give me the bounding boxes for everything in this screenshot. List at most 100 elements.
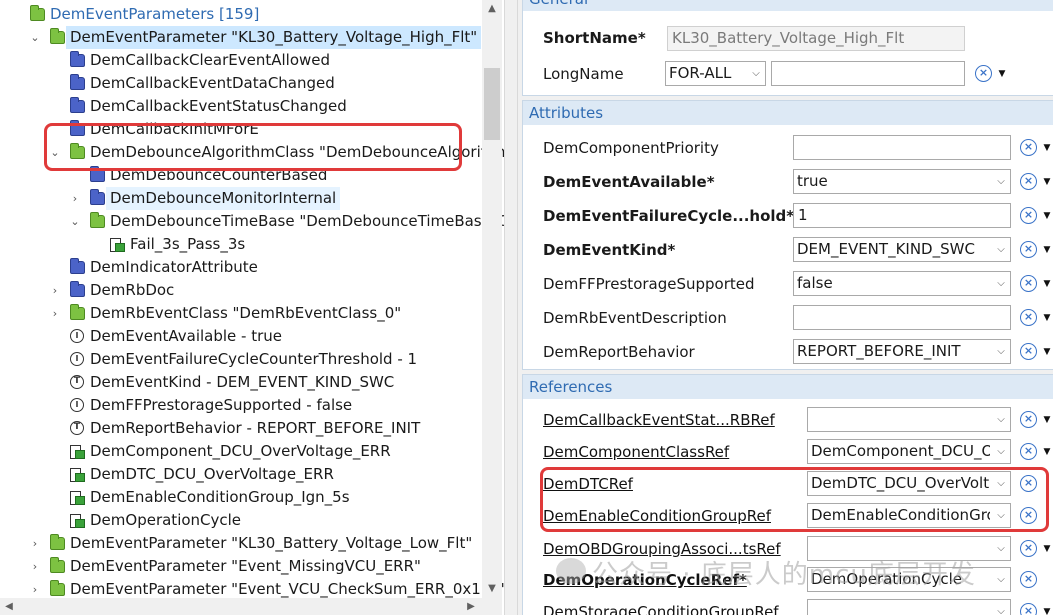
tree-item-label: DemEventFailureCycleCounterThreshold - 1 xyxy=(90,350,418,368)
value-menu-caret-icon[interactable]: ▼ xyxy=(1041,177,1053,187)
collapsed-chevron-icon[interactable]: › xyxy=(68,187,82,210)
reference-icon xyxy=(70,468,85,482)
integer-parameter-icon: I xyxy=(70,398,84,412)
attribute-select[interactable]: DEM_EVENT_KIND_SWC ⌵ xyxy=(793,237,1011,262)
clear-reference-icon[interactable]: × xyxy=(1020,540,1037,557)
clear-value-icon[interactable]: × xyxy=(1020,139,1037,156)
attribute-select[interactable]: REPORT_BEFORE_INIT ⌵ xyxy=(793,339,1011,364)
chevron-down-icon[interactable]: ⌵ xyxy=(992,170,1010,193)
value-menu-caret-icon[interactable]: ▼ xyxy=(1041,279,1053,289)
section-general: General ShortName* KL30_Battery_Voltage_… xyxy=(522,0,1053,96)
chevron-down-icon[interactable]: ⌵ xyxy=(992,340,1010,363)
clear-value-icon[interactable]: × xyxy=(1020,173,1037,190)
value-menu-caret-icon[interactable]: ▼ xyxy=(1041,347,1053,357)
container-folder-icon xyxy=(50,580,65,596)
tree-item-label: DemCallbackClearEventAllowed xyxy=(90,51,331,69)
attribute-row: DemEventKind* DEM_EVENT_KIND_SWC ⌵ × ▼ xyxy=(523,233,1053,267)
chevron-down-icon[interactable]: ⌵ xyxy=(992,238,1010,261)
attribute-field[interactable]: 1 xyxy=(793,203,1011,228)
chevron-down-icon[interactable]: ⌵ xyxy=(992,537,1010,560)
value-menu-caret-icon[interactable]: ▼ xyxy=(1041,245,1053,255)
clear-value-icon[interactable]: × xyxy=(1020,309,1037,326)
chevron-down-icon[interactable]: ⌵ xyxy=(992,408,1010,431)
reference-menu-caret-icon[interactable]: ▼ xyxy=(1041,447,1053,457)
reference-select[interactable]: ⌵ xyxy=(807,599,1011,615)
empty-folder-icon xyxy=(70,74,85,90)
collapsed-chevron-icon[interactable]: › xyxy=(28,532,42,555)
clear-reference-icon[interactable]: × xyxy=(1020,603,1037,615)
reference-select[interactable]: DemComponent_DCU_O ⌵ xyxy=(807,439,1011,464)
tree-item-label: DemCallbackEventDataChanged xyxy=(90,74,335,92)
expanded-chevron-icon[interactable]: ⌄ xyxy=(68,210,82,233)
attribute-select[interactable]: true ⌵ xyxy=(793,169,1011,194)
clear-value-icon[interactable]: × xyxy=(1020,343,1037,360)
reference-label-link[interactable]: DemComponentClassRef xyxy=(543,435,729,469)
reference-menu-caret-icon[interactable]: ▼ xyxy=(1041,544,1053,554)
reference-row: DemComponentClassRef DemComponent_DCU_O ⌵ ×… xyxy=(523,435,1053,469)
attribute-row: DemEventFailureCycle...hold* 1 × ▼ xyxy=(523,199,1053,233)
attribute-label: DemEventFailureCycle...hold* xyxy=(543,207,795,225)
collapsed-chevron-icon[interactable]: › xyxy=(28,555,42,578)
reference-label-link[interactable]: DemStorageConditionGroupRef xyxy=(543,595,779,615)
tree-item-label: DemEventParameter "Event_MissingVCU_ERR" xyxy=(70,557,421,575)
scroll-left-icon[interactable]: ◀ xyxy=(0,598,18,615)
attribute-row: DemComponentPriority × ▼ xyxy=(523,131,1053,165)
short-name-field[interactable]: KL30_Battery_Voltage_High_Flt xyxy=(667,26,965,51)
attribute-select-value: false xyxy=(797,274,833,292)
long-name-field[interactable] xyxy=(771,61,965,86)
container-folder-icon xyxy=(50,28,65,44)
tree-item-label: DemReportBehavior - REPORT_BEFORE_INIT xyxy=(90,419,421,437)
clear-value-icon[interactable]: × xyxy=(1020,275,1037,292)
expanded-chevron-icon[interactable]: ⌄ xyxy=(28,26,42,49)
integer-parameter-icon: I xyxy=(70,329,84,343)
attribute-select[interactable]: false ⌵ xyxy=(793,271,1011,296)
tree-item-label: DemRbEventClass "DemRbEventClass_0" xyxy=(90,304,402,322)
scroll-right-icon[interactable]: ▶ xyxy=(462,598,480,615)
tree-vertical-scrollbar[interactable]: ▲ ▼ xyxy=(482,0,502,598)
collapsed-chevron-icon[interactable]: › xyxy=(48,302,62,325)
long-name-language-value: FOR-ALL xyxy=(669,64,732,82)
tree-item-label: DemEventAvailable - true xyxy=(90,327,282,345)
reference-menu-caret-icon[interactable]: ▼ xyxy=(1041,415,1053,425)
clear-long-name-icon[interactable]: × xyxy=(975,65,992,82)
chevron-down-icon[interactable]: ⌵ xyxy=(992,568,1010,591)
clear-reference-icon[interactable]: × xyxy=(1020,571,1037,588)
tree-pane: DemEventParameters [159] ⌄ DemEventParamet… xyxy=(0,0,504,615)
value-menu-caret-icon[interactable]: ▼ xyxy=(1041,143,1053,153)
value-menu-caret-icon[interactable]: ▼ xyxy=(1041,313,1053,323)
reference-select[interactable]: ⌵ xyxy=(807,407,1011,432)
empty-folder-icon xyxy=(70,97,85,113)
collapsed-chevron-icon[interactable]: › xyxy=(48,279,62,302)
reference-menu-caret-icon[interactable]: ▼ xyxy=(1041,607,1053,615)
attribute-row: DemRbEventDescription × ▼ xyxy=(523,301,1053,335)
clear-reference-icon[interactable]: × xyxy=(1020,411,1037,428)
clear-value-icon[interactable]: × xyxy=(1020,241,1037,258)
highlight-box-references xyxy=(540,467,1049,532)
empty-folder-icon xyxy=(70,51,85,67)
reference-label-link[interactable]: DemCallbackEventStat...RBRef xyxy=(543,403,775,437)
row-short-name: ShortName* KL30_Battery_Voltage_High_Flt xyxy=(523,21,1053,55)
clear-reference-icon[interactable]: × xyxy=(1020,443,1037,460)
attribute-field[interactable] xyxy=(793,305,1011,330)
chevron-down-icon[interactable]: ⌵ xyxy=(992,600,1010,615)
pane-splitter[interactable] xyxy=(504,0,518,615)
tree-scroll-thumb[interactable] xyxy=(484,68,500,140)
scroll-down-icon[interactable]: ▼ xyxy=(482,580,502,598)
chevron-down-icon[interactable]: ⌵ xyxy=(992,440,1010,463)
reference-icon xyxy=(70,514,85,528)
tree-item-label: DemEventParameters [159] xyxy=(50,5,260,23)
chevron-down-icon[interactable]: ⌵ xyxy=(747,62,765,85)
enum-parameter-icon: T xyxy=(70,375,84,389)
long-name-menu-caret-icon[interactable]: ▼ xyxy=(996,69,1008,79)
section-references-title: References xyxy=(523,375,1053,399)
attribute-field[interactable] xyxy=(793,135,1011,160)
attribute-label: DemRbEventDescription xyxy=(543,309,727,327)
value-menu-caret-icon[interactable]: ▼ xyxy=(1041,211,1053,221)
clear-value-icon[interactable]: × xyxy=(1020,207,1037,224)
chevron-down-icon[interactable]: ⌵ xyxy=(992,272,1010,295)
long-name-language-select[interactable]: FOR-ALL ⌵ xyxy=(665,61,766,86)
tree-horizontal-scrollbar[interactable]: ◀ ▶ xyxy=(0,598,502,615)
short-name-label: ShortName* xyxy=(543,29,646,47)
container-folder-icon xyxy=(50,557,65,573)
scroll-up-icon[interactable]: ▲ xyxy=(482,0,502,18)
